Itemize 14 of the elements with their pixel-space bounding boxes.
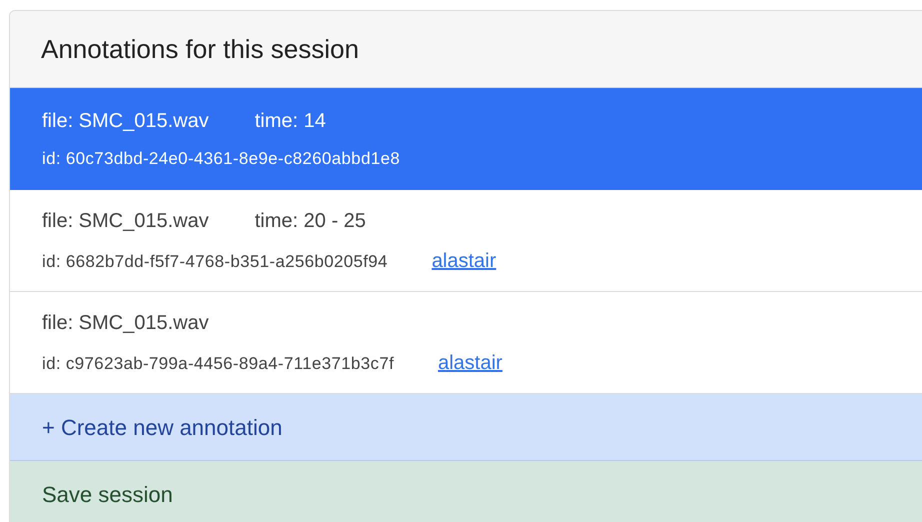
author-link[interactable]: alastair (432, 246, 496, 276)
time-label: time: 14 (254, 109, 326, 134)
save-session-button[interactable]: Save session (10, 461, 922, 522)
id-label: id: c97623ab-799a-4456-89a4-711e371b3c7f (42, 352, 394, 374)
file-label: file: SMC_015.wav (42, 109, 209, 134)
panel-title: Annotations for this session (41, 32, 359, 66)
annotation-item[interactable]: file: SMC_015.wav time: 14 id: 60c73dbd-24e0-4361-8e9e-c8260abbd1e8 (10, 88, 922, 190)
file-label: file: SMC_015.wav (42, 310, 209, 336)
id-label: id: 6682b7dd-f5f7-4768-b351-a256b0205f94 (42, 250, 388, 272)
author-link[interactable]: alastair (438, 348, 502, 378)
create-annotation-button[interactable]: + Create new annotation (10, 394, 922, 461)
file-label: file: SMC_015.wav (42, 208, 209, 234)
time-label: time: 20 - 25 (254, 208, 366, 234)
id-label: id: 60c73dbd-24e0-4361-8e9e-c8260abbd1e8 (42, 148, 400, 170)
